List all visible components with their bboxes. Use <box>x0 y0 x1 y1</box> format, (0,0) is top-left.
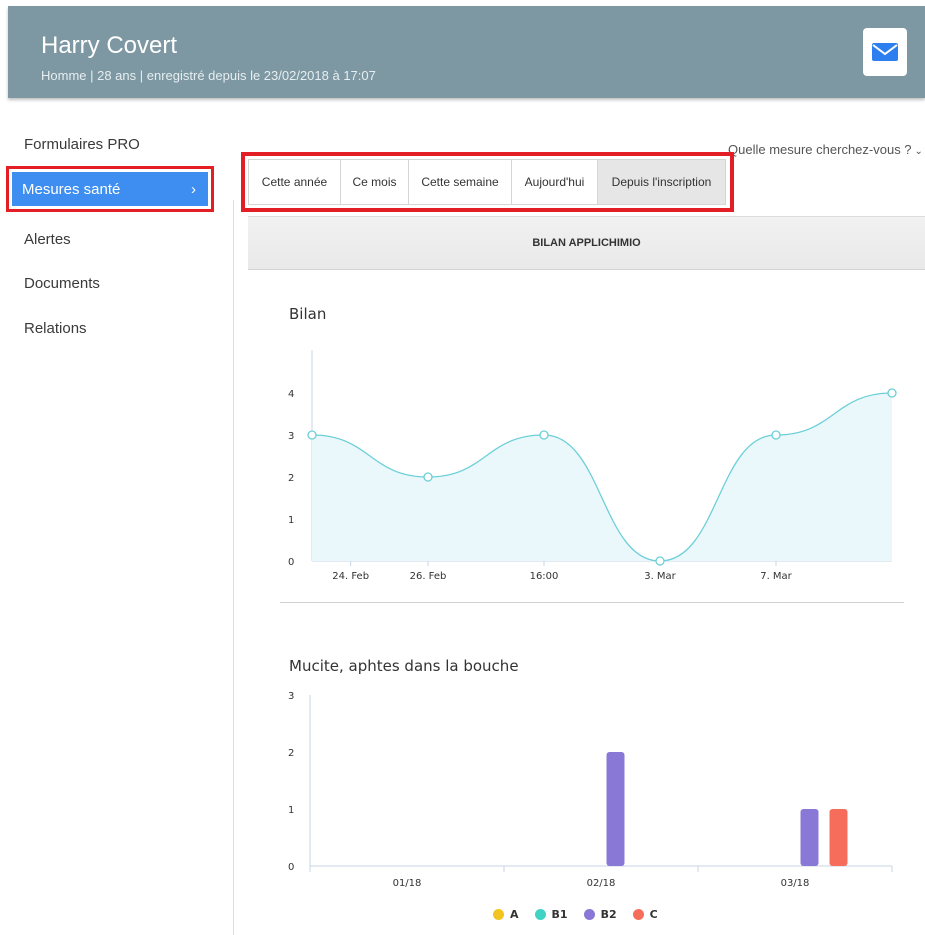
x-tick-label: 01/18 <box>393 878 422 889</box>
y-tick-label: 0 <box>288 862 294 873</box>
data-point[interactable] <box>655 556 665 566</box>
chevron-right-icon: › <box>191 180 196 198</box>
x-tick-label: 03/18 <box>781 878 810 889</box>
patient-details: Homme | 28 ans | enregistré depuis le 23… <box>41 68 376 83</box>
legend-dot-icon <box>583 909 595 920</box>
measure-selector-label: Quelle mesure cherchez-vous ? <box>728 142 912 157</box>
legend-item-b2[interactable]: B2 <box>583 908 617 921</box>
content-divider <box>233 200 234 935</box>
tab-depuis-inscription[interactable]: Depuis l'inscription <box>598 160 725 204</box>
tab-cette-semaine[interactable]: Cette semaine <box>409 160 512 204</box>
x-tick-label: 16:00 <box>530 571 559 582</box>
y-tick-label: 1 <box>288 805 294 816</box>
sidebar-item-documents[interactable]: Documents <box>24 275 100 292</box>
data-point[interactable] <box>423 472 433 482</box>
period-tabs: Cette année Ce mois Cette semaine Aujour… <box>248 159 726 205</box>
y-tick-label: 2 <box>288 473 294 484</box>
chart-legend: A B1 B2 C <box>493 908 658 921</box>
data-point[interactable] <box>887 388 897 398</box>
sidebar-item-formulaires-pro[interactable]: Formulaires PRO <box>24 136 140 153</box>
data-point[interactable] <box>539 430 549 440</box>
legend-dot-icon <box>493 909 504 920</box>
sidebar-item-label: Mesures santé <box>22 180 121 198</box>
bar-b2[interactable] <box>800 809 819 866</box>
y-tick-label: 3 <box>288 431 294 442</box>
sidebar-item-relations[interactable]: Relations <box>24 320 87 337</box>
section-title: BILAN APPLICHIMIO <box>248 216 925 270</box>
patient-header: Harry Covert Homme | 28 ans | enregistré… <box>8 6 925 98</box>
measure-selector[interactable]: Quelle mesure cherchez-vous ? ⌄ <box>728 142 923 157</box>
chart-title-bilan: Bilan <box>289 305 327 323</box>
tab-cette-annee[interactable]: Cette année <box>249 160 341 204</box>
x-tick-label: 24. Feb <box>332 571 369 582</box>
chevron-down-icon: ⌄ <box>914 146 923 157</box>
y-tick-label: 0 <box>288 557 294 568</box>
bar-b2[interactable] <box>606 752 625 866</box>
legend-label: B1 <box>551 908 568 921</box>
tab-ce-mois[interactable]: Ce mois <box>341 160 409 204</box>
bilan-line-chart: 0 1 2 3 4 24. Feb 26. Feb 16:00 3. Mar 7. Mar <box>288 350 897 582</box>
patient-name: Harry Covert <box>41 32 178 59</box>
y-tick-label: 4 <box>288 389 294 400</box>
legend-item-c[interactable]: C <box>632 908 658 921</box>
series-area <box>312 393 892 561</box>
y-tick-label: 1 <box>288 515 294 526</box>
legend-item-a[interactable]: A <box>493 908 519 921</box>
sidebar-item-mesures-sante[interactable]: Mesures santé › <box>6 166 214 212</box>
mucite-bar-chart: 0 1 2 3 01/18 02/18 03/18 <box>288 691 893 889</box>
x-tick-label: 3. Mar <box>644 571 676 582</box>
legend-dot-icon <box>534 909 546 920</box>
bar-c[interactable] <box>829 809 848 866</box>
legend-dot-icon <box>632 909 644 920</box>
mail-button[interactable] <box>863 28 907 76</box>
envelope-icon <box>872 43 898 61</box>
x-tick-label: 26. Feb <box>410 571 447 582</box>
data-point[interactable] <box>307 430 317 440</box>
legend-label: B2 <box>600 908 617 921</box>
sidebar-item-alertes[interactable]: Alertes <box>24 231 71 248</box>
legend-label: C <box>649 908 658 921</box>
x-tick-label: 02/18 <box>587 878 616 889</box>
data-point[interactable] <box>771 430 781 440</box>
y-tick-label: 2 <box>288 748 294 759</box>
chart-separator <box>280 602 904 603</box>
y-tick-label: 3 <box>288 691 294 702</box>
legend-label: A <box>510 908 519 921</box>
legend-item-b1[interactable]: B1 <box>534 908 568 921</box>
tab-aujourdhui[interactable]: Aujourd'hui <box>512 160 598 204</box>
x-tick-label: 7. Mar <box>760 571 792 582</box>
chart-title-mucite: Mucite, aphtes dans la bouche <box>289 657 519 675</box>
